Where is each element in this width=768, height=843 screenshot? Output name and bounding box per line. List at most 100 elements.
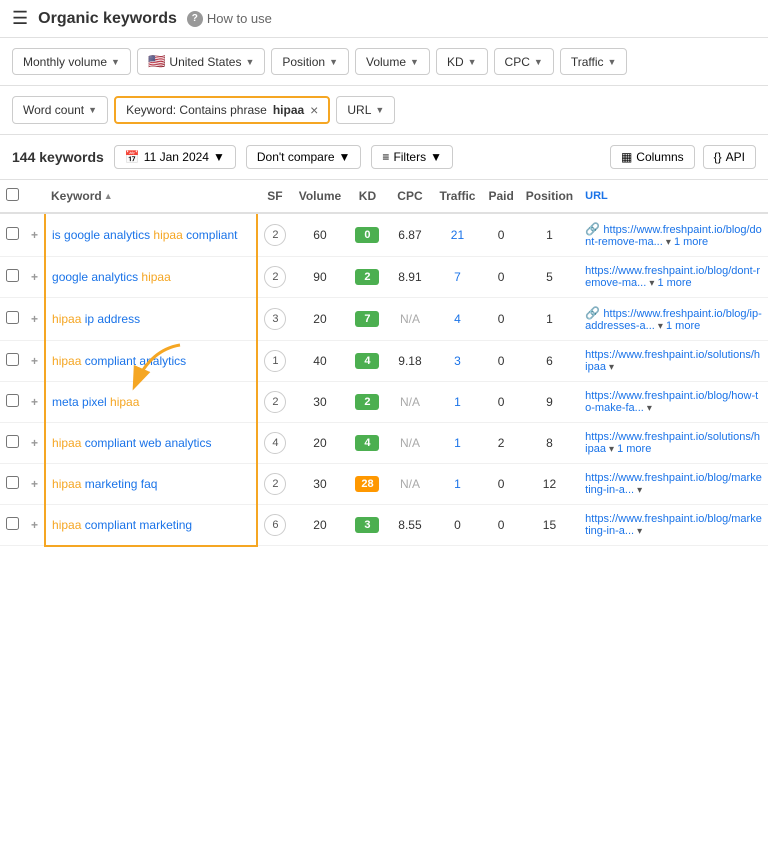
country-filter[interactable]: 🇺🇸 United States ▼	[137, 48, 265, 75]
position-filter[interactable]: Position ▼	[271, 48, 349, 75]
add-row-button[interactable]: +	[31, 270, 38, 284]
how-to-use-link[interactable]: ? How to use	[187, 11, 272, 27]
position-value: 12	[520, 464, 579, 505]
keyword-link[interactable]: hipaa compliant analytics	[52, 354, 186, 368]
keyword-link[interactable]: meta pixel hipaa	[52, 395, 139, 409]
table-container: Keyword ▲ SF Volume KD CPC Traffic Paid …	[0, 180, 768, 547]
url-more-link[interactable]: 1 more	[674, 236, 708, 248]
position-value: 5	[520, 257, 579, 298]
row-checkbox[interactable]	[6, 269, 19, 282]
add-row-button[interactable]: +	[31, 312, 38, 326]
col-volume[interactable]: Volume	[292, 180, 347, 213]
keyword-filter-tag[interactable]: Keyword: Contains phrase hipaa ×	[114, 96, 330, 124]
menu-icon[interactable]: ☰	[12, 8, 28, 29]
keyword-highlight: hipaa	[141, 270, 170, 284]
word-count-filter[interactable]: Word count ▼	[12, 96, 108, 124]
kd-badge: 2	[355, 269, 379, 285]
col-position[interactable]: Position	[520, 180, 579, 213]
compare-button[interactable]: Don't compare ▼	[246, 145, 362, 169]
url-more-link[interactable]: 1 more	[617, 443, 651, 455]
position-value: 6	[520, 341, 579, 382]
paid-value: 2	[482, 423, 519, 464]
add-row-button[interactable]: +	[31, 436, 38, 450]
keyword-link[interactable]: is google analytics hipaa compliant	[52, 228, 237, 242]
volume-filter[interactable]: Volume ▼	[355, 48, 430, 75]
volume-value: 20	[292, 423, 347, 464]
paid-value: 0	[482, 382, 519, 423]
row-checkbox[interactable]	[6, 394, 19, 407]
row-checkbox[interactable]	[6, 311, 19, 324]
keyword-highlight: hipaa	[153, 228, 182, 242]
add-row-button[interactable]: +	[31, 395, 38, 409]
keywords-count: 144 keywords	[12, 149, 104, 165]
sf-value: 1	[264, 350, 286, 372]
volume-value: 20	[292, 505, 347, 546]
col-url: URL	[579, 180, 768, 213]
date-label: 11 Jan 2024	[144, 150, 209, 164]
row-checkbox[interactable]	[6, 435, 19, 448]
traffic-arrow: ▼	[607, 57, 616, 67]
volume-value: 30	[292, 464, 347, 505]
add-row-button[interactable]: +	[31, 228, 38, 242]
cpc-value: 8.91	[387, 257, 432, 298]
kd-badge: 2	[355, 394, 379, 410]
url-filter[interactable]: URL ▼	[336, 96, 395, 124]
url-cell: https://www.freshpaint.io/blog/how-to-ma…	[579, 382, 768, 423]
api-button[interactable]: {} API	[703, 145, 756, 169]
columns-button[interactable]: ▦ Columns	[610, 145, 695, 169]
col-keyword[interactable]: Keyword ▲	[45, 180, 257, 213]
url-cell: 🔗 https://www.freshpaint.io/blog/ip-addr…	[579, 298, 768, 341]
keyword-filter-close[interactable]: ×	[310, 102, 318, 118]
url-more-link[interactable]: 1 more	[657, 277, 691, 289]
kd-badge: 0	[355, 227, 379, 243]
url-dropdown-icon: ▾	[649, 278, 654, 289]
cpc-filter[interactable]: CPC ▼	[494, 48, 554, 75]
keyword-link[interactable]: hipaa ip address	[52, 312, 140, 326]
keyword-link[interactable]: hipaa compliant web analytics	[52, 436, 211, 450]
url-more-link[interactable]: 1 more	[666, 320, 700, 332]
paid-value: 0	[482, 464, 519, 505]
col-sf[interactable]: SF	[257, 180, 292, 213]
traffic-value: 7	[432, 257, 482, 298]
row-checkbox[interactable]	[6, 517, 19, 530]
filters-arrow: ▼	[430, 150, 442, 164]
url-icon: 🔗	[585, 222, 603, 236]
row-checkbox[interactable]	[6, 353, 19, 366]
select-all-checkbox[interactable]	[6, 188, 19, 201]
filters-button[interactable]: ≡ Filters ▼	[371, 145, 453, 169]
traffic-filter[interactable]: Traffic ▼	[560, 48, 628, 75]
table-row: +hipaa compliant marketing62038.550015ht…	[0, 505, 768, 546]
url-cell: https://www.freshpaint.io/blog/marketing…	[579, 505, 768, 546]
url-label: URL	[347, 103, 371, 117]
api-label: API	[726, 150, 745, 164]
filters-label: Filters	[393, 150, 426, 164]
col-kd[interactable]: KD	[347, 180, 387, 213]
url-link[interactable]: https://www.freshpaint.io/blog/marketing…	[585, 472, 762, 496]
sf-value: 2	[264, 224, 286, 246]
kd-filter[interactable]: KD ▼	[436, 48, 488, 75]
add-row-button[interactable]: +	[31, 477, 38, 491]
monthly-volume-filter[interactable]: Monthly volume ▼	[12, 48, 131, 75]
add-row-button[interactable]: +	[31, 354, 38, 368]
url-dropdown-icon: ▾	[609, 362, 614, 373]
monthly-volume-arrow: ▼	[111, 57, 120, 67]
table-header: Keyword ▲ SF Volume KD CPC Traffic Paid …	[0, 180, 768, 213]
keyword-link[interactable]: hipaa marketing faq	[52, 477, 157, 491]
row-checkbox[interactable]	[6, 476, 19, 489]
add-row-button[interactable]: +	[31, 518, 38, 532]
col-traffic[interactable]: Traffic	[432, 180, 482, 213]
url-link[interactable]: https://www.freshpaint.io/blog/marketing…	[585, 513, 762, 537]
row-checkbox[interactable]	[6, 227, 19, 240]
url-cell: 🔗 https://www.freshpaint.io/blog/dont-re…	[579, 213, 768, 257]
url-link[interactable]: https://www.freshpaint.io/blog/how-to-ma…	[585, 390, 758, 414]
col-cpc[interactable]: CPC	[387, 180, 432, 213]
keyword-link[interactable]: hipaa compliant marketing	[52, 518, 192, 532]
cpc-value: N/A	[387, 382, 432, 423]
table-body: +is google analytics hipaa compliant2600…	[0, 213, 768, 546]
col-paid[interactable]: Paid	[482, 180, 519, 213]
keywords-table: Keyword ▲ SF Volume KD CPC Traffic Paid …	[0, 180, 768, 547]
date-button[interactable]: 📅 11 Jan 2024 ▼	[114, 145, 236, 169]
keyword-link[interactable]: google analytics hipaa	[52, 270, 171, 284]
traffic-value: 1	[432, 464, 482, 505]
toolbar-right: ▦ Columns {} API	[610, 145, 756, 169]
